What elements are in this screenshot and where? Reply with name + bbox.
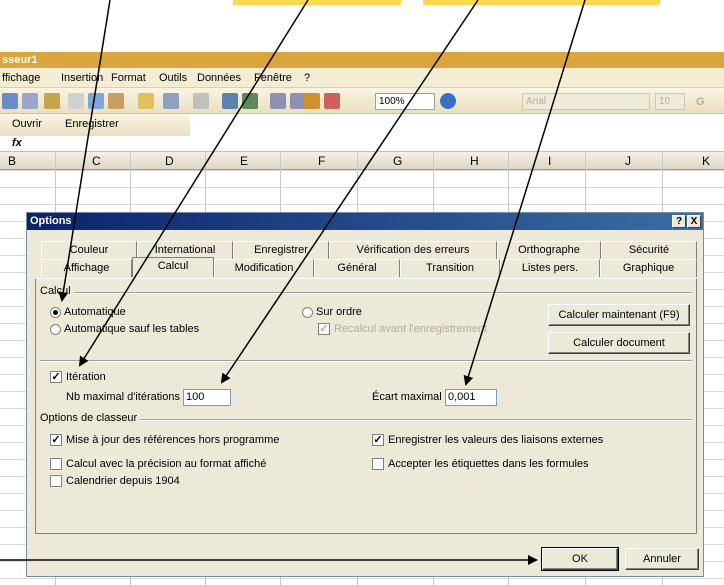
arrow-to-automatique [58, 0, 111, 302]
arrow-to-iteration [78, 0, 309, 367]
annotation-arrows [0, 0, 586, 565]
arrow-to-max-iterations [220, 0, 479, 384]
arrow-to-max-delta [463, 0, 586, 386]
